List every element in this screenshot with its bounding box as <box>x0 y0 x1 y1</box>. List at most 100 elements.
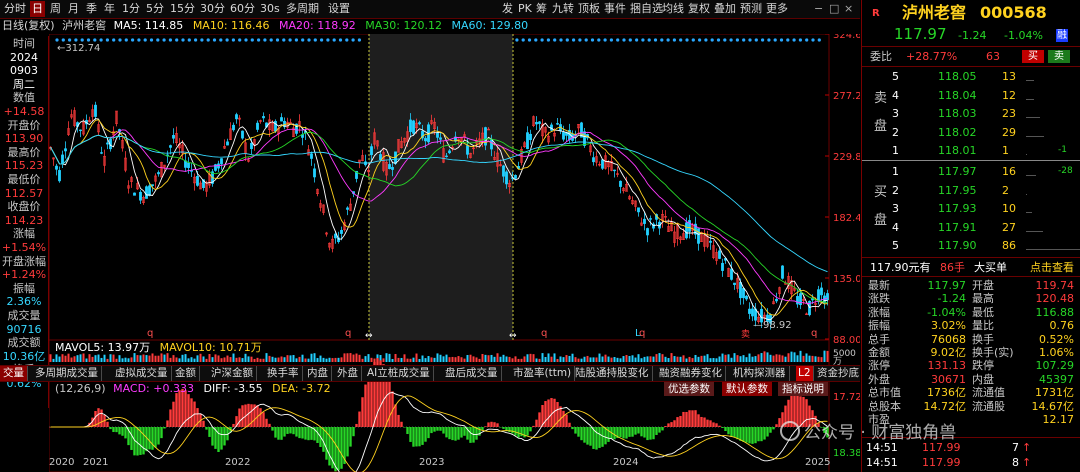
tab-indicator-13[interactable]: 资金抄底 <box>814 366 863 381</box>
tick-dir-0: ↑ <box>1022 441 1032 454</box>
sell-button[interactable]: 卖 <box>1048 50 1070 63</box>
sells-price-1: 118.04 <box>938 88 977 102</box>
period-9[interactable]: 30分 <box>198 1 227 17</box>
volume-bar-68 <box>253 358 256 362</box>
buys-price-1: 117.95 <box>938 183 977 197</box>
event-dot <box>313 38 317 42</box>
minimize-icon[interactable]: − <box>814 1 823 17</box>
kline-chart[interactable]: 324.62 277.23 229.84 182.45 135.06 88.00 ←312.… <box>49 34 860 472</box>
tool-10[interactable]: 预测 <box>740 1 762 17</box>
stat-l1-9: 总股本 <box>868 399 901 413</box>
tool-5[interactable]: 事件 <box>604 1 626 17</box>
candle-body-152 <box>505 171 508 185</box>
interval-handle-1: ↔ <box>509 331 517 341</box>
tool-6[interactable]: 捆自选 <box>630 1 663 17</box>
tab-indicator-8[interactable]: 盘后成交量 <box>442 366 502 381</box>
tab-indicator-12[interactable]: 机构探测器 <box>730 366 790 381</box>
tool-2[interactable]: 筹 <box>536 1 547 17</box>
macd-button-2[interactable]: 指标说明 <box>778 382 828 396</box>
candle-body-121 <box>412 120 415 134</box>
volume-bar-54 <box>211 357 214 362</box>
q-marker-1: q <box>345 328 351 339</box>
tab-indicator-0[interactable]: 多周期成交量 <box>32 366 102 381</box>
tab-indicator-2[interactable]: 金额 <box>172 366 200 381</box>
tool-9[interactable]: 叠加 <box>714 1 736 17</box>
macd-bar-147 <box>490 421 493 427</box>
period-0[interactable]: 分时 <box>2 1 28 17</box>
volume-bar-21 <box>112 354 115 362</box>
volume-bar-144 <box>481 353 484 362</box>
tab-indicator-5[interactable]: 内盘 <box>304 366 332 381</box>
macd-bar-52 <box>205 427 208 430</box>
period-5[interactable]: 年 <box>102 1 117 17</box>
tab-indicator-4[interactable]: 换手率 <box>264 366 303 381</box>
period-8[interactable]: 15分 <box>168 1 197 17</box>
event-dot <box>282 38 286 42</box>
candle-body-3 <box>58 170 61 182</box>
volume-bar-80 <box>289 355 292 362</box>
period-1[interactable]: 日 <box>30 1 45 17</box>
tool-0[interactable]: 发 <box>502 1 513 17</box>
macd-bar-212 <box>685 411 688 427</box>
event-dot <box>748 38 752 42</box>
tab-indicator-3[interactable]: 沪深金额 <box>208 366 257 381</box>
macd-bar-89 <box>316 427 319 443</box>
period-12[interactable]: 多周期 <box>284 1 321 17</box>
tab-indicator-11[interactable]: 融资融券变化 <box>656 366 726 381</box>
period-7[interactable]: 5分 <box>144 1 166 17</box>
buy-button[interactable]: 买 <box>1022 50 1044 63</box>
macd-value: MACD: +0.333 <box>113 382 194 395</box>
sells-vol-4: 1 <box>1002 144 1009 158</box>
macd-button-0[interactable]: 优选参数 <box>664 382 714 396</box>
event-dot <box>647 38 651 42</box>
maximize-icon[interactable]: □ <box>829 1 839 17</box>
period-11[interactable]: 30s <box>258 1 282 17</box>
volume-bar-60 <box>229 357 232 362</box>
candle-body-64 <box>241 130 244 139</box>
period-6[interactable]: 1分 <box>120 1 142 17</box>
macd-bar-138 <box>463 427 466 436</box>
period-10[interactable]: 60分 <box>228 1 257 17</box>
volume-bar-7 <box>70 357 73 362</box>
period-13[interactable]: 设置 <box>326 1 352 17</box>
macd-button-1[interactable]: 默认参数 <box>722 382 772 396</box>
macd-bar-36 <box>157 427 160 445</box>
tab-indicator-7[interactable]: AI立桩成交量 <box>364 366 434 381</box>
tool-7[interactable]: 均线 <box>662 1 684 17</box>
tool-4[interactable]: 顶板 <box>578 1 600 17</box>
volume-bar-88 <box>313 353 316 362</box>
tab-volume[interactable]: 交量 <box>0 366 28 381</box>
tab-indicator-6[interactable]: 外盘 <box>334 366 362 381</box>
volume-bar-95 <box>334 357 337 362</box>
close-icon[interactable]: × <box>844 1 853 17</box>
low-mark-label: —98.92 <box>753 320 792 331</box>
tab-indicator-1[interactable]: 虚拟成交量 <box>112 366 172 381</box>
sells-depth-bar-3 <box>1026 135 1044 137</box>
candle-body-242 <box>775 298 778 302</box>
info-value-4: 112.57 <box>4 186 44 200</box>
volume-bar-152 <box>505 356 508 362</box>
macd-bar-72 <box>265 418 268 427</box>
volume-bar-226 <box>727 354 730 362</box>
ma20-value: MA20: 118.92 <box>279 19 356 32</box>
buy-side-label-2: 盘 <box>874 213 888 228</box>
tool-8[interactable]: 复权 <box>688 1 710 17</box>
volume-bar-222 <box>715 358 718 362</box>
candle-body-178 <box>583 131 586 146</box>
big-order-link[interactable]: 点击查看 <box>1030 261 1074 274</box>
volume-bar-247 <box>790 351 793 362</box>
tool-3[interactable]: 九转 <box>552 1 574 17</box>
macd-bar-178 <box>583 427 586 443</box>
tab-indicator-10[interactable]: 陆股通持股变化 <box>572 366 653 381</box>
tool-1[interactable]: PK <box>518 1 532 17</box>
period-2[interactable]: 周 <box>48 1 63 17</box>
volume-bar-195 <box>634 357 637 362</box>
tab-indicator-9[interactable]: 市盈率(ttm) <box>510 366 576 381</box>
period-4[interactable]: 季 <box>84 1 99 17</box>
macd-bar-180 <box>589 427 592 446</box>
period-3[interactable]: 月 <box>66 1 81 17</box>
tool-11[interactable]: 更多 <box>766 1 788 17</box>
buys-vol-2: 10 <box>1002 202 1016 216</box>
volume-bar-155 <box>514 356 517 362</box>
macd-bar-116 <box>397 414 400 427</box>
